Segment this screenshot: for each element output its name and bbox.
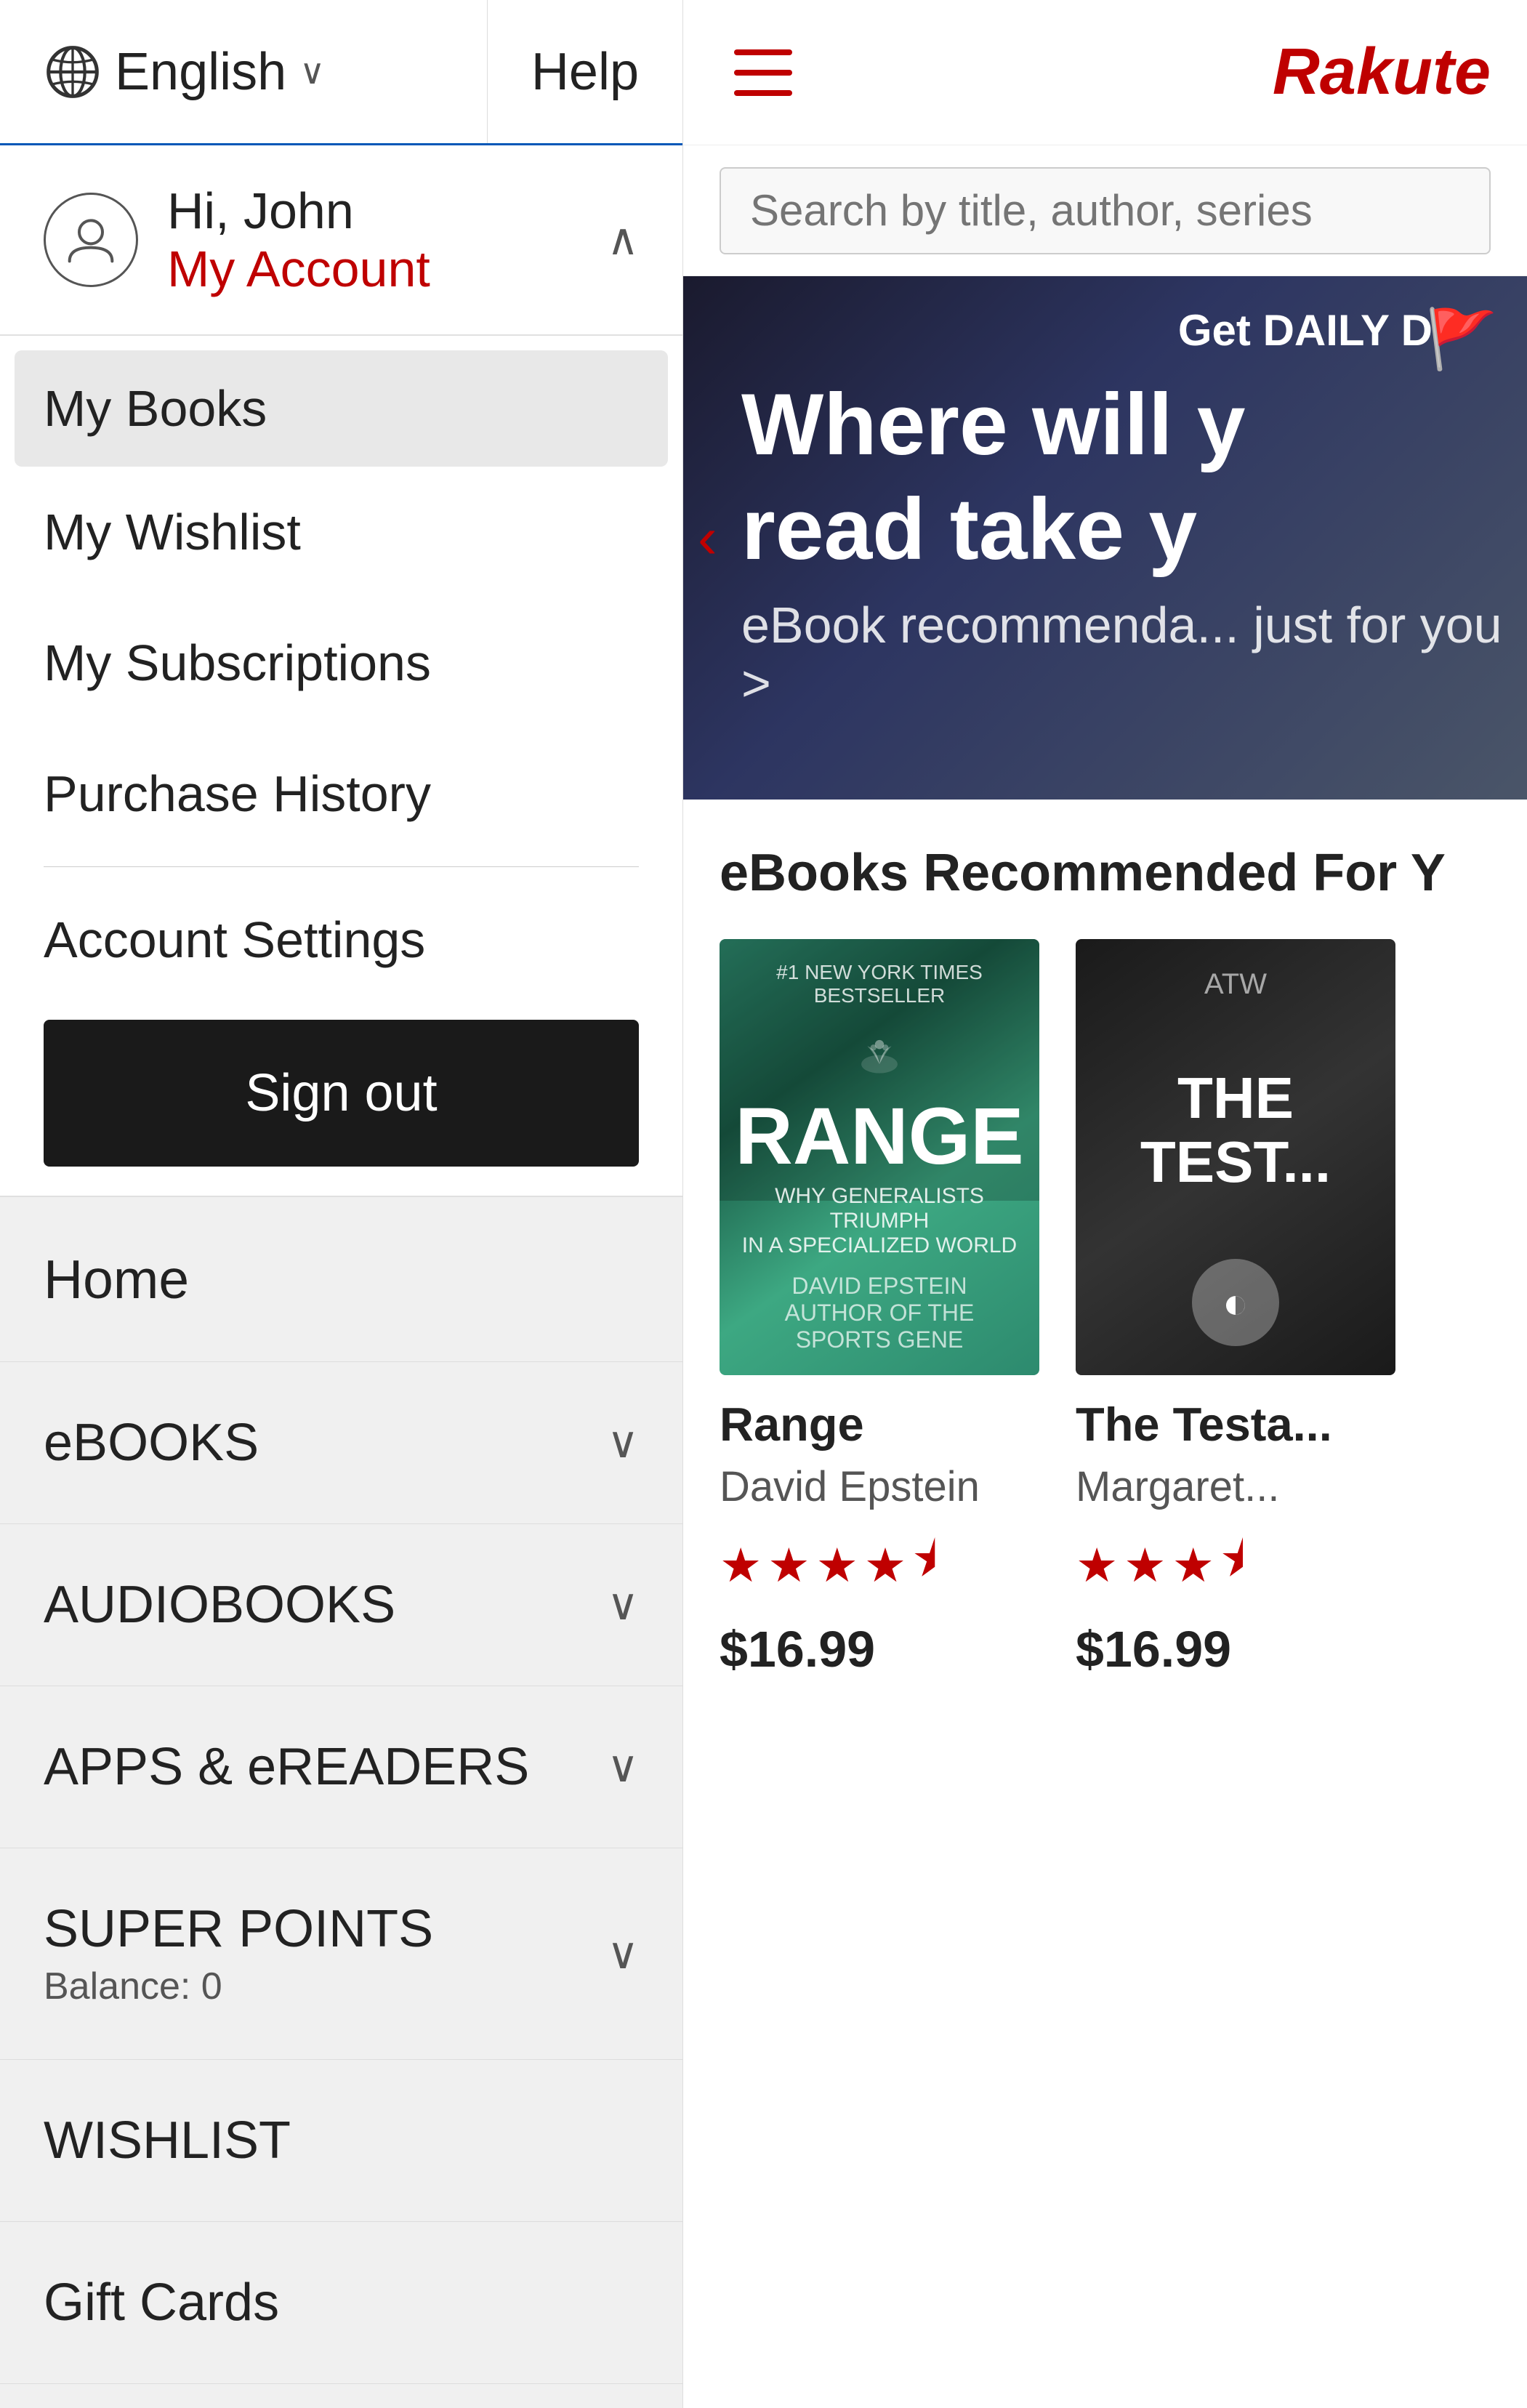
nav-item-gift-cards-label: Gift Cards <box>44 2273 639 2332</box>
search-bar <box>683 145 1527 276</box>
book-title-testament: The Testa... <box>1076 1397 1395 1451</box>
hamburger-line-1 <box>734 49 792 55</box>
avatar <box>44 193 138 287</box>
signout-button[interactable]: Sign out <box>44 1020 639 1167</box>
star-3: ★ <box>1172 1538 1214 1593</box>
book-cover-testament: ATW THETEST... ◐ <box>1076 939 1395 1375</box>
book-cover-range: #1 NEW YORK TIMES BESTSELLER RANGE <box>720 939 1039 1375</box>
main-nav: Home eBOOKS ∨ AUDIOBOOKS ∨ APPS & eREADE… <box>0 1197 682 2384</box>
banner-headline-line2: read take y <box>741 480 1197 578</box>
book-title-range: Range <box>720 1397 1039 1451</box>
nav-item-audiobooks[interactable]: AUDIOBOOKS ∨ <box>0 1524 682 1686</box>
sidebar: English ∨ Help Hi, John My Account ∧ My … <box>0 0 683 2408</box>
signout-label: Sign out <box>245 1064 437 1122</box>
book-price-testament: $16.99 <box>1076 1620 1395 1678</box>
banner-headline: Where will y read take y <box>741 372 1527 581</box>
banner-text: Where will y read take y eBook recommend… <box>741 372 1527 712</box>
nav-item-apps-ereaders-label: APPS & eREADERS <box>44 1737 607 1797</box>
nav-item-home[interactable]: Home <box>0 1197 682 1362</box>
book-rating-range: ★ ★ ★ ★ ⯨ <box>720 1526 1039 1606</box>
nav-item-apps-ereaders[interactable]: APPS & eREADERS ∨ <box>0 1686 682 1848</box>
account-label: My Account <box>167 240 578 298</box>
top-header: Rakute <box>683 0 1527 145</box>
star-2: ★ <box>1124 1538 1166 1593</box>
book-price-range: $16.99 <box>720 1620 1039 1678</box>
language-selector[interactable]: English ∨ <box>0 0 488 143</box>
rakuten-logo-text: Rakute <box>1273 36 1491 108</box>
nav-item-gift-cards[interactable]: Gift Cards <box>0 2222 682 2384</box>
banner-prev-button[interactable]: ‹ <box>698 504 717 571</box>
chevron-down-icon: ∨ <box>299 52 325 92</box>
chevron-down-icon: ∨ <box>607 1928 639 1979</box>
nav-item-super-points[interactable]: SUPER POINTS Balance: 0 ∨ <box>0 1848 682 2060</box>
hamburger-line-3 <box>734 90 792 96</box>
user-icon <box>62 211 120 269</box>
book-card-testament[interactable]: ATW THETEST... ◐ The Testa... Margaret..… <box>1076 939 1395 1678</box>
book-badge: #1 NEW YORK TIMES BESTSELLER <box>741 961 1018 1007</box>
book-cover-author: DAVID EPSTEINAUTHOR OF THE SPORTS GENE <box>741 1273 1018 1353</box>
main-content: Rakute ‹ 🚩 Get DAILY D Where will y read… <box>683 0 1527 2408</box>
menu-item-account-settings[interactable]: Account Settings <box>0 874 682 1005</box>
chevron-up-icon: ∧ <box>607 214 639 265</box>
account-section[interactable]: Hi, John My Account ∧ <box>0 145 682 336</box>
book-rating-testament: ★ ★ ★ ⯨ <box>1076 1526 1395 1606</box>
hamburger-button[interactable] <box>720 29 807 116</box>
menu-item-my-books[interactable]: My Books <box>15 350 668 467</box>
nav-item-wishlist[interactable]: WISHLIST <box>0 2060 682 2222</box>
banner-headline-line1: Where will y <box>741 376 1246 473</box>
search-input[interactable] <box>720 167 1491 254</box>
atwood-circle-deco: ◐ <box>1192 1259 1279 1346</box>
star-3: ★ <box>816 1538 858 1593</box>
book-author-range: David Epstein <box>720 1462 1039 1511</box>
menu-separator <box>44 866 639 867</box>
book-cover-title: RANGE <box>735 1097 1023 1177</box>
menu-item-purchase-history[interactable]: Purchase History <box>0 728 682 859</box>
globe-icon <box>44 43 102 101</box>
books-row: #1 NEW YORK TIMES BESTSELLER RANGE <box>720 939 1491 1678</box>
star-1: ★ <box>720 1538 762 1593</box>
hamburger-line-2 <box>734 70 792 76</box>
nav-item-home-label: Home <box>44 1248 639 1310</box>
chevron-down-icon: ∨ <box>607 1741 639 1792</box>
menu-item-my-subscriptions[interactable]: My Subscriptions <box>0 597 682 728</box>
atwood-title: THETEST... <box>1140 1066 1331 1194</box>
book-card-range[interactable]: #1 NEW YORK TIMES BESTSELLER RANGE <box>720 939 1039 1678</box>
language-label: English <box>115 42 286 102</box>
star-5-half: ⯨ <box>912 1526 937 1606</box>
super-points-balance: Balance: 0 <box>44 1965 607 2008</box>
rakuten-logo: Rakute <box>1273 35 1491 110</box>
nav-item-ebooks[interactable]: eBOOKS ∨ <box>0 1362 682 1524</box>
star-1: ★ <box>1076 1538 1118 1593</box>
section-title: eBooks Recommended For Y <box>720 843 1491 903</box>
ebooks-section: eBooks Recommended For Y #1 NEW YORK TIM… <box>683 800 1527 1707</box>
banner-area: ‹ 🚩 Get DAILY D Where will y read take y… <box>683 276 1527 800</box>
chevron-down-icon: ∨ <box>607 1417 639 1468</box>
nav-item-super-points-label: SUPER POINTS Balance: 0 <box>44 1899 607 2008</box>
nav-item-ebooks-label: eBOOKS <box>44 1413 607 1473</box>
menu-item-my-wishlist[interactable]: My Wishlist <box>0 467 682 597</box>
star-4: ★ <box>864 1538 906 1593</box>
banner-flag-icon: 🚩 <box>1425 305 1498 374</box>
account-info: Hi, John My Account <box>167 182 578 298</box>
book-cover-subtitle: WHY GENERALISTS TRIUMPHIN A SPECIALIZED … <box>741 1184 1018 1258</box>
account-greeting: Hi, John <box>167 182 578 240</box>
book-author-testament: Margaret... <box>1076 1462 1395 1511</box>
help-button[interactable]: Help <box>488 0 682 143</box>
language-help-bar: English ∨ Help <box>0 0 682 145</box>
banner-subtext: eBook recommenda... just for you > <box>741 596 1527 712</box>
atwood-top-text: ATW <box>1204 968 1267 1001</box>
help-label: Help <box>531 42 639 102</box>
book-cover-decoration <box>807 1022 952 1082</box>
account-menu: My Books My Wishlist My Subscriptions Pu… <box>0 336 682 1197</box>
nav-item-wishlist-label: WISHLIST <box>44 2111 639 2170</box>
chevron-down-icon: ∨ <box>607 1579 639 1630</box>
star-4-half: ⯨ <box>1220 1526 1245 1606</box>
star-2: ★ <box>767 1538 810 1593</box>
nav-item-audiobooks-label: AUDIOBOOKS <box>44 1575 607 1635</box>
banner-promo-text: Get DAILY D <box>1178 305 1433 355</box>
